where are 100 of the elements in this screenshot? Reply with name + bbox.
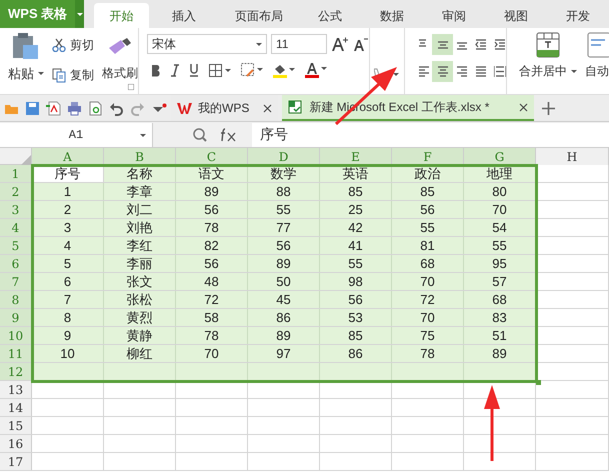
close-icon[interactable] [263,104,272,112]
table-cell [248,363,320,380]
fill-handle[interactable] [536,380,541,385]
align-left-icon [418,66,430,78]
column-header[interactable]: A [32,148,104,165]
clipboard-icon [11,32,41,60]
w-logo-icon [177,101,192,115]
row-header[interactable]: 12 [0,363,32,380]
copy-button[interactable]: 复制 [52,66,94,84]
row-header[interactable]: 16 [0,435,32,452]
table-cell: 50 [248,273,320,290]
table-cell: 68 [464,291,536,308]
name-box[interactable]: A1 [0,122,153,146]
table-cell: 70 [392,309,464,326]
pdf-icon[interactable] [46,100,61,116]
row-header[interactable]: 13 [0,381,32,398]
row-header[interactable]: 6 [0,255,32,272]
ribbon-tab[interactable]: 开发 [547,3,609,28]
row-header[interactable]: 14 [0,399,32,416]
row-header[interactable]: 4 [0,219,32,236]
ribbon-tab[interactable]: 插入 [149,3,219,28]
column-header[interactable]: E [320,148,392,165]
ribbon-tab[interactable]: 页面布局 [219,3,299,28]
column-header[interactable]: B [104,148,176,165]
table-cell: 70 [392,273,464,290]
table-cell: 55 [248,201,320,218]
formula-input[interactable]: 序号 [252,122,609,146]
font-size-dropdown[interactable]: 11 [271,34,327,54]
column-header[interactable]: G [464,148,536,165]
table-cell: 10 [32,345,104,362]
table-cell: 78 [176,219,248,236]
italic-icon [171,64,179,76]
align-middle-button[interactable] [432,34,454,55]
table-cell: 83 [464,309,536,326]
row-header[interactable]: 2 [0,183,32,200]
row-header[interactable]: 11 [0,345,32,362]
align-center-button[interactable] [432,61,454,82]
caret-icon [76,12,83,16]
table-cell: 41 [320,237,392,254]
caret-icon [256,42,262,46]
ribbon-tab[interactable]: 数据 [361,3,423,28]
save-icon[interactable] [25,100,40,116]
print-preview-icon[interactable] [88,100,103,116]
caret-dot-icon [153,103,167,113]
wrap-text-button[interactable]: 自动 [585,32,609,80]
align-center-icon [436,66,449,78]
paste-button[interactable]: 粘贴 [8,32,44,84]
row-header[interactable]: 17 [0,453,32,470]
app-logo[interactable]: WPS 表格 [0,0,76,28]
table-cell: 25 [320,201,392,218]
column-header[interactable]: H [536,148,609,165]
table-cell: 5 [32,255,104,272]
column-header[interactable]: C [176,148,248,165]
table-cell: 柳红 [104,345,176,362]
column-header[interactable]: F [392,148,464,165]
ribbon-tab[interactable]: 公式 [299,3,361,28]
table-cell: 78 [176,327,248,344]
close-icon[interactable] [519,102,528,112]
caret-icon [140,134,146,136]
table-cell: 56 [176,201,248,218]
row-header[interactable]: 3 [0,201,32,218]
row-header[interactable]: 8 [0,291,32,308]
row-header[interactable]: 10 [0,327,32,344]
row-header[interactable]: 15 [0,417,32,434]
underline-icon [189,63,199,77]
table-cell: 李丽 [104,255,176,272]
font-grow-icon [331,36,349,52]
font-name-dropdown[interactable]: 宋体 [147,34,267,54]
row-header[interactable]: 7 [0,273,32,290]
row-header[interactable]: 9 [0,309,32,326]
printer-icon[interactable] [67,100,82,116]
ribbon-tab[interactable]: 审阅 [423,3,485,28]
caret-icon [393,73,399,76]
copy-icon [52,68,66,82]
ribbon-tab[interactable]: 开始 [94,3,149,28]
table-cell [320,363,392,380]
table-cell: 张文 [104,273,176,290]
undo-icon[interactable] [109,100,124,116]
app-menu-button[interactable] [75,0,84,28]
table-cell: 70 [176,345,248,362]
table-cell: 黄烈 [104,309,176,326]
row-header[interactable]: 5 [0,237,32,254]
format-painter-button[interactable]: 格式刷 [102,32,138,82]
table-cell: 6 [32,273,104,290]
table-cell: 82 [176,237,248,254]
table-cell: 1 [32,183,104,200]
column-header[interactable]: D [248,148,320,165]
table-cell: 45 [248,291,320,308]
ribbon-tab[interactable]: 视图 [485,3,547,28]
table-cell: 张松 [104,291,176,308]
row-header[interactable]: 1 [0,165,32,182]
table-cell: 89 [248,327,320,344]
table-cell: 68 [392,255,464,272]
table-cell: 75 [392,327,464,344]
dialog-launcher-icon [128,84,134,90]
merge-center-button[interactable]: 合并居中 [519,32,577,80]
increase-indent-icon [494,38,506,50]
cut-button[interactable]: 剪切 [52,36,94,54]
table-cell: 89 [464,345,536,362]
font-shrink-icon [353,36,369,52]
